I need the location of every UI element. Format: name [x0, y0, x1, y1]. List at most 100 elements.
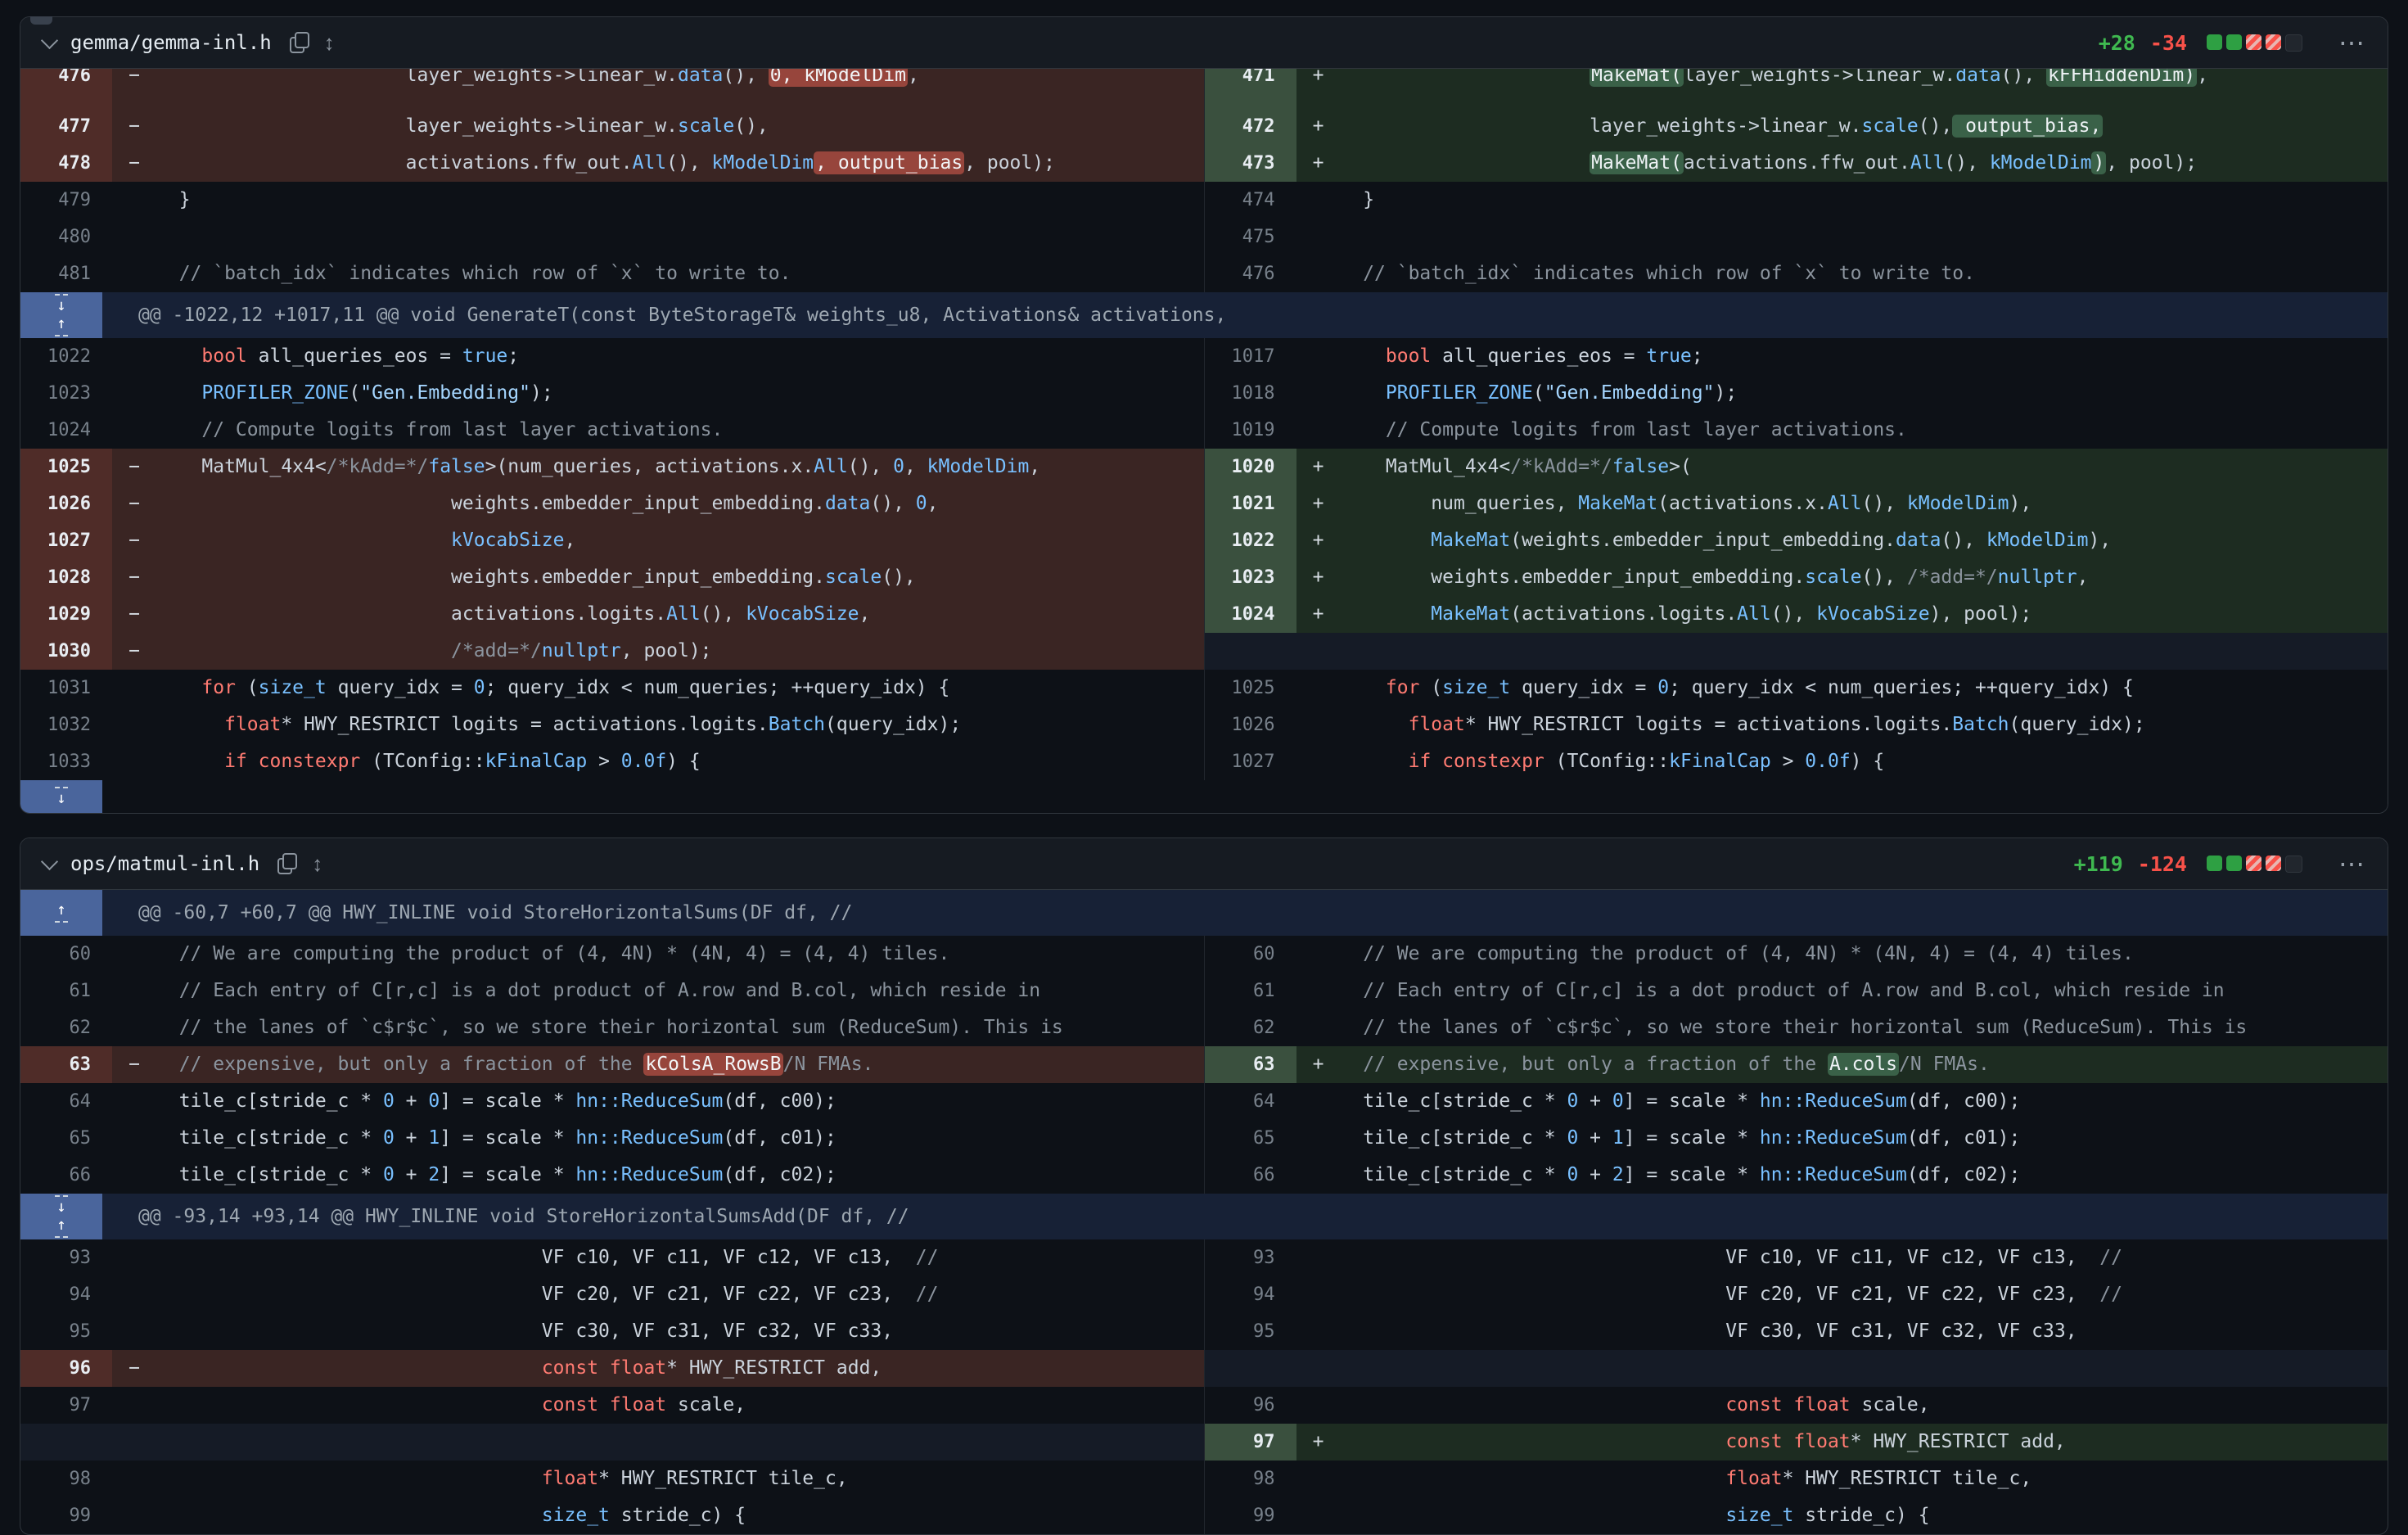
line-number[interactable]: 1030: [20, 633, 112, 670]
code-token: [1783, 1431, 1794, 1452]
code-token: }: [1341, 189, 1375, 210]
line-number[interactable]: 61: [20, 973, 112, 1009]
drag-move-icon[interactable]: ↕: [324, 32, 335, 53]
line-number[interactable]: 98: [20, 1461, 112, 1497]
line-number[interactable]: 472: [1205, 108, 1296, 145]
line-number[interactable]: 94: [20, 1276, 112, 1313]
line-number[interactable]: 93: [20, 1239, 112, 1276]
line-number[interactable]: 1018: [1205, 375, 1296, 412]
expand-hunk-button[interactable]: ↑: [20, 890, 102, 936]
line-number[interactable]: 475: [1205, 219, 1296, 255]
chevron-down-icon[interactable]: [41, 852, 58, 869]
line-number[interactable]: 478: [20, 145, 112, 182]
line-number[interactable]: 1021: [1205, 485, 1296, 522]
deleted-block-icon: [2266, 34, 2281, 50]
line-number[interactable]: 479: [20, 182, 112, 219]
code-token: /N FMAs.: [1899, 1054, 1990, 1075]
diff-pane-right: 1020+ MatMul_4x4</*kAdd=*/false>(: [1204, 449, 2388, 485]
line-number[interactable]: 480: [20, 219, 112, 255]
line-number[interactable]: 94: [1205, 1276, 1296, 1313]
line-number[interactable]: 471: [1205, 69, 1296, 108]
line-number[interactable]: 1027: [20, 522, 112, 559]
line-number[interactable]: 1031: [20, 670, 112, 707]
file-name[interactable]: ops/matmul-inl.h: [70, 852, 259, 875]
chevron-down-icon[interactable]: [41, 31, 58, 48]
code-line: for (size_t query_idx = 0; query_idx < n…: [156, 670, 1204, 707]
line-number[interactable]: 93: [1205, 1239, 1296, 1276]
code-token: );: [1714, 382, 1737, 404]
line-number[interactable]: 1027: [1205, 743, 1296, 780]
line-number[interactable]: 63: [1205, 1046, 1296, 1083]
line-number[interactable]: 1024: [20, 412, 112, 449]
line-number[interactable]: 1022: [1205, 522, 1296, 559]
line-number[interactable]: 1026: [1205, 707, 1296, 743]
diff-pane-right: 1024+ MakeMat(activations.logits.All(), …: [1204, 596, 2388, 633]
diff-marker: +: [1296, 559, 1341, 596]
line-number[interactable]: 62: [1205, 1009, 1296, 1046]
copy-path-icon[interactable]: [290, 32, 309, 53]
code-token: (df, c00);: [1907, 1090, 2020, 1112]
line-number[interactable]: 98: [1205, 1461, 1296, 1497]
line-number-text: 98: [70, 1469, 92, 1489]
code-token: (),: [734, 115, 769, 137]
copy-path-icon[interactable]: [277, 853, 297, 874]
code-token: "Gen.Embedding": [360, 382, 530, 404]
line-number[interactable]: 1017: [1205, 338, 1296, 375]
line-number[interactable]: 474: [1205, 182, 1296, 219]
line-number[interactable]: 62: [20, 1009, 112, 1046]
file-name[interactable]: gemma/gemma-inl.h: [70, 31, 272, 54]
code-token: ): [2091, 151, 2106, 174]
line-number[interactable]: 60: [20, 936, 112, 973]
line-number[interactable]: 61: [1205, 973, 1296, 1009]
line-number[interactable]: 95: [20, 1313, 112, 1350]
diff-marker: [112, 1239, 156, 1276]
diff-pane-left: 480: [20, 219, 1204, 255]
line-number[interactable]: 473: [1205, 145, 1296, 182]
line-number[interactable]: 1033: [20, 743, 112, 780]
line-number[interactable]: 481: [20, 255, 112, 292]
line-number[interactable]: 66: [1205, 1157, 1296, 1194]
line-number[interactable]: 1025: [1205, 670, 1296, 707]
line-number[interactable]: 1020: [1205, 449, 1296, 485]
line-number[interactable]: 1022: [20, 338, 112, 375]
expand-hunk-button[interactable]: ↓↑: [20, 292, 102, 338]
line-number[interactable]: 96: [20, 1350, 112, 1387]
code-text: // expensive, but only a fraction of the…: [1341, 1053, 1990, 1076]
code-token: [1341, 1394, 1726, 1415]
line-number[interactable]: 1024: [1205, 596, 1296, 633]
line-number[interactable]: 1023: [20, 375, 112, 412]
line-number[interactable]: 1029: [20, 596, 112, 633]
expand-hunk-button[interactable]: ↓↑: [20, 1194, 102, 1239]
line-number[interactable]: 64: [1205, 1083, 1296, 1120]
line-number[interactable]: 1032: [20, 707, 112, 743]
line-number[interactable]: 1028: [20, 559, 112, 596]
line-number[interactable]: 1019: [1205, 412, 1296, 449]
code-line: }: [156, 182, 1204, 219]
line-number[interactable]: 64: [20, 1083, 112, 1120]
code-line: // We are computing the product of (4, 4…: [1341, 936, 2388, 973]
line-number[interactable]: 476: [1205, 255, 1296, 292]
line-number[interactable]: 60: [1205, 936, 1296, 973]
line-number[interactable]: 65: [20, 1120, 112, 1157]
line-number[interactable]: 476: [20, 69, 112, 108]
code-token: 0: [893, 456, 904, 477]
line-number[interactable]: 97: [20, 1387, 112, 1424]
code-text: VF c20, VF c21, VF c22, VF c23, //: [1341, 1284, 2122, 1305]
clipped-expand-button-remnant[interactable]: [30, 16, 52, 25]
line-number[interactable]: 65: [1205, 1120, 1296, 1157]
line-number[interactable]: 1025: [20, 449, 112, 485]
drag-move-icon[interactable]: ↕: [312, 853, 322, 874]
line-number[interactable]: 95: [1205, 1313, 1296, 1350]
line-number[interactable]: 477: [20, 108, 112, 145]
expand-hunk-button[interactable]: ↓: [20, 780, 102, 813]
line-number[interactable]: 63: [20, 1046, 112, 1083]
code-token: +: [395, 1090, 429, 1112]
line-number[interactable]: 1026: [20, 485, 112, 522]
code-token: hn::ReduceSum: [1760, 1090, 1907, 1112]
line-number[interactable]: 1023: [1205, 559, 1296, 596]
line-number[interactable]: 66: [20, 1157, 112, 1194]
line-number[interactable]: 96: [1205, 1387, 1296, 1424]
code-token: 0: [1567, 1090, 1578, 1112]
line-number[interactable]: 97: [1205, 1424, 1296, 1461]
code-text: for (size_t query_idx = 0; query_idx < n…: [1341, 677, 2134, 698]
